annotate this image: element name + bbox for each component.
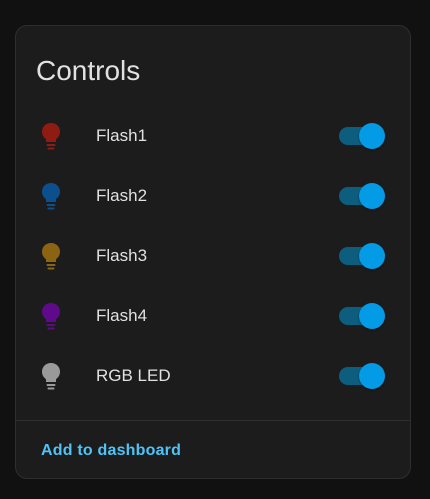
controls-card: Controls Flash1 Flash2 Flash3 Flash4 RGB… bbox=[15, 25, 411, 479]
toggle-switch-flash3[interactable] bbox=[339, 243, 385, 269]
toggle-knob bbox=[359, 183, 385, 209]
toggle-knob bbox=[359, 363, 385, 389]
toggle-knob bbox=[359, 303, 385, 329]
entity-row-flash3[interactable]: Flash3 bbox=[16, 226, 410, 286]
entity-row-flash1[interactable]: Flash1 bbox=[16, 106, 410, 166]
toggle-switch-flash4[interactable] bbox=[339, 303, 385, 329]
toggle-switch-rgb-led[interactable] bbox=[339, 363, 385, 389]
entity-row-rgb-led[interactable]: RGB LED bbox=[16, 346, 410, 406]
lightbulb-icon[interactable] bbox=[38, 301, 64, 331]
card-divider bbox=[16, 420, 410, 421]
entity-label: Flash1 bbox=[96, 126, 148, 145]
toggle-switch-flash1[interactable] bbox=[339, 123, 385, 149]
toggle-switch-flash2[interactable] bbox=[339, 183, 385, 209]
entity-label: Flash4 bbox=[96, 306, 148, 325]
entity-label: RGB LED bbox=[96, 366, 171, 385]
lightbulb-icon[interactable] bbox=[38, 181, 64, 211]
lightbulb-icon[interactable] bbox=[38, 121, 64, 151]
entity-row-flash2[interactable]: Flash2 bbox=[16, 166, 410, 226]
toggle-knob bbox=[359, 243, 385, 269]
entity-label: Flash2 bbox=[96, 186, 148, 205]
entity-row-flash4[interactable]: Flash4 bbox=[16, 286, 410, 346]
lightbulb-icon[interactable] bbox=[38, 361, 64, 391]
add-to-dashboard-link[interactable]: Add to dashboard bbox=[41, 439, 181, 463]
toggle-knob bbox=[359, 123, 385, 149]
entity-label: Flash3 bbox=[96, 246, 148, 265]
lightbulb-icon[interactable] bbox=[38, 241, 64, 271]
card-title: Controls bbox=[36, 55, 141, 86]
entity-list: Flash1 Flash2 Flash3 Flash4 RGB LED bbox=[16, 106, 410, 406]
